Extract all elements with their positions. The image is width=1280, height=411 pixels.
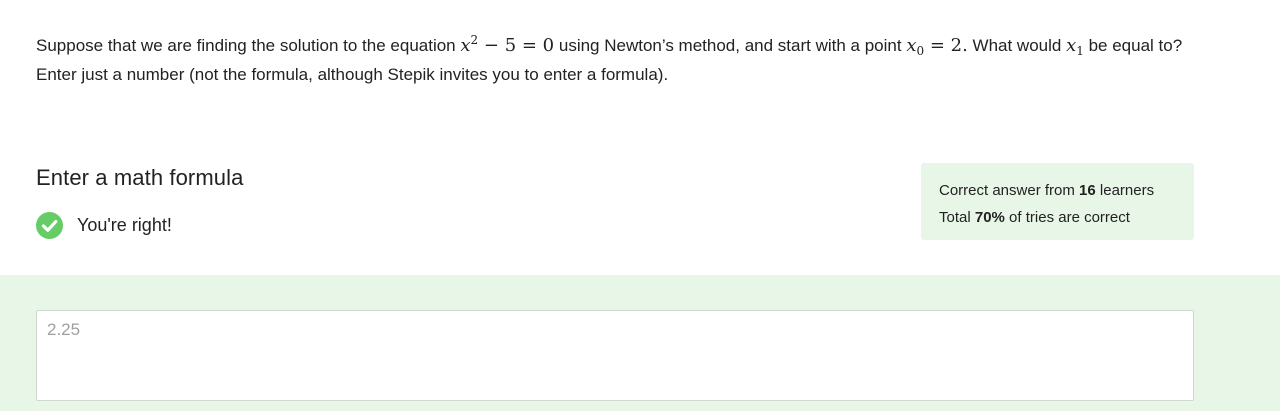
x0-rest: = 2. xyxy=(924,35,968,56)
x0-subscript: 0 xyxy=(916,44,925,58)
question-part-2: using Newton’s method, and start with a … xyxy=(554,36,907,55)
stats-tries-line: Total 70% of tries are correct xyxy=(939,204,1194,231)
answer-input[interactable]: 2.25 xyxy=(36,310,1194,401)
question-text: Suppose that we are finding the solution… xyxy=(36,31,1226,89)
step-page: Suppose that we are finding the solution… xyxy=(0,0,1280,411)
check-circle-icon xyxy=(36,211,63,239)
stats-tries-suffix: of tries are correct xyxy=(1004,209,1130,226)
question-part-3: What would xyxy=(967,36,1067,55)
stats-learners-count: 16 xyxy=(1079,182,1096,199)
equation: x2 − 5 = 0 xyxy=(460,34,555,56)
stats-learners-prefix: Correct answer from xyxy=(939,182,1080,199)
stats-learners-suffix: learners xyxy=(1095,182,1155,199)
stats-panel: Correct answer from 16 learners Total 70… xyxy=(921,163,1194,240)
x0-variable: x xyxy=(906,35,917,56)
x0-expression: x0 = 2. xyxy=(906,35,968,58)
x1-variable: x xyxy=(1066,35,1077,56)
question-part-1: Suppose that we are finding the solution… xyxy=(36,36,461,55)
section-title: Enter a math formula xyxy=(36,165,244,190)
status-text: You're right! xyxy=(77,214,172,235)
x1-expression: x1 xyxy=(1066,35,1084,58)
result-status: You're right! xyxy=(36,211,172,239)
x1-subscript: 1 xyxy=(1076,44,1084,58)
stats-learners-line: Correct answer from 16 learners xyxy=(939,177,1194,204)
equation-rest: − 5 = 0 xyxy=(478,35,555,56)
stats-percent: 70% xyxy=(974,209,1005,226)
stats-tries-prefix: Total xyxy=(939,209,975,226)
equation-variable: x xyxy=(460,35,471,56)
answer-area: 2.25 xyxy=(0,275,1280,411)
